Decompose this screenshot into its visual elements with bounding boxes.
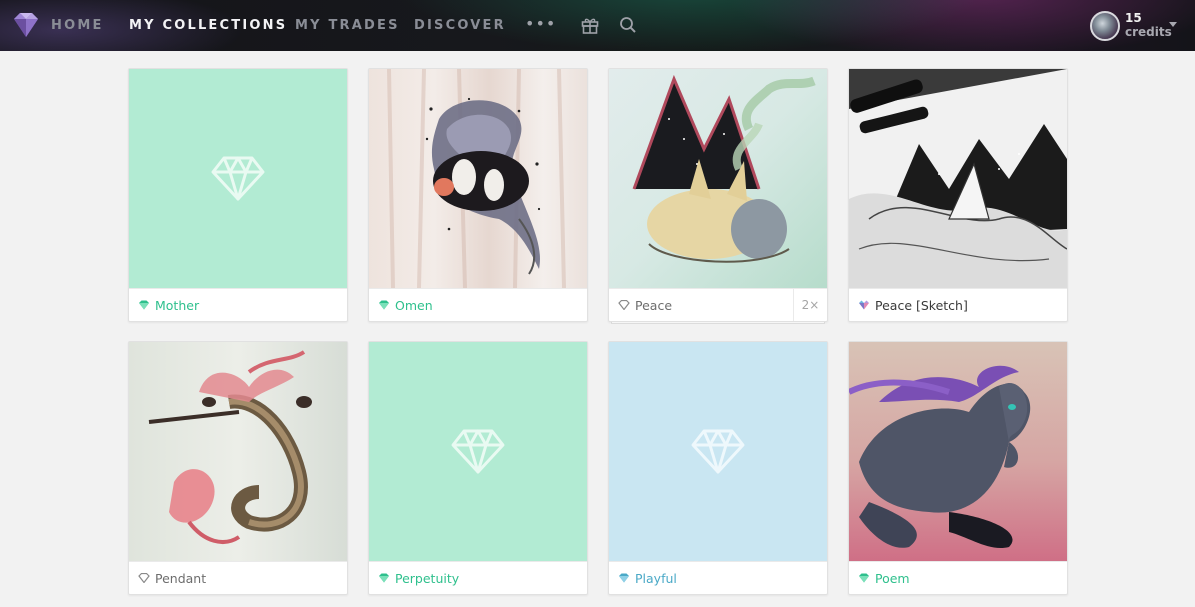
card-title[interactable]: Omen <box>395 298 433 313</box>
card-artwork-image <box>849 342 1067 561</box>
credits-value: 15 <box>1125 11 1142 25</box>
collection-card-perpetuity[interactable]: Perpetuity <box>368 341 588 595</box>
green-gem-icon <box>859 573 869 583</box>
card-title[interactable]: Peace <box>635 298 672 313</box>
green-gem-icon <box>379 573 389 583</box>
card-artwork-image <box>369 69 587 288</box>
card-artwork-image <box>609 69 827 288</box>
card-title[interactable]: Perpetuity <box>395 571 459 586</box>
nav-discover[interactable]: DISCOVER <box>414 17 506 35</box>
card-placeholder-image <box>609 342 827 561</box>
blue-gem-icon <box>619 573 629 583</box>
card-placeholder-image <box>369 342 587 561</box>
card-title[interactable]: Playful <box>635 571 677 586</box>
outline-gem-icon <box>138 573 150 583</box>
avatar <box>1090 11 1120 41</box>
card-title[interactable]: Pendant <box>155 571 206 586</box>
card-artwork-image <box>849 69 1067 288</box>
collection-card-omen[interactable]: Omen <box>368 68 588 322</box>
nav-my-collections[interactable]: MY COLLECTIONS <box>129 17 287 35</box>
more-menu-icon[interactable]: ••• <box>525 14 556 33</box>
green-gem-icon <box>379 300 389 310</box>
card-placeholder-image <box>129 69 347 288</box>
card-title[interactable]: Poem <box>875 571 910 586</box>
chevron-down-icon <box>1169 22 1177 27</box>
card-caption: Perpetuity <box>369 561 587 594</box>
search-icon[interactable] <box>618 15 638 35</box>
card-caption: Peace 2× <box>609 288 827 321</box>
card-caption: Peace [Sketch] <box>849 288 1067 321</box>
outline-gem-icon <box>618 300 630 310</box>
card-caption: Omen <box>369 288 587 321</box>
account-menu[interactable]: 15 credits <box>1090 10 1190 42</box>
green-gem-icon <box>139 300 149 310</box>
collection-card-peace-sketch[interactable]: Peace [Sketch] <box>848 68 1068 322</box>
card-artwork-image <box>129 342 347 561</box>
gift-icon[interactable] <box>580 15 600 35</box>
card-caption: Mother <box>129 288 347 321</box>
card-caption: Pendant <box>129 561 347 594</box>
duplicate-count-badge: 2× <box>793 289 827 321</box>
top-nav: HOME MY COLLECTIONS MY TRADES DISCOVER •… <box>0 0 1195 51</box>
credits-label: credits <box>1125 25 1172 39</box>
card-title[interactable]: Peace [Sketch] <box>875 298 968 313</box>
collection-card-peace[interactable]: Peace 2× <box>608 68 828 322</box>
card-caption: Playful <box>609 561 827 594</box>
collection-card-mother[interactable]: Mother <box>128 68 348 322</box>
collection-card-pendant[interactable]: Pendant <box>128 341 348 595</box>
multicolor-gem-icon <box>859 300 869 310</box>
nav-my-trades[interactable]: MY TRADES <box>295 17 400 35</box>
gem-logo-icon[interactable] <box>10 11 42 39</box>
nav-home[interactable]: HOME <box>51 17 104 35</box>
card-title[interactable]: Mother <box>155 298 199 313</box>
collection-card-poem[interactable]: Poem <box>848 341 1068 595</box>
collection-card-playful[interactable]: Playful <box>608 341 828 595</box>
card-caption: Poem <box>849 561 1067 594</box>
